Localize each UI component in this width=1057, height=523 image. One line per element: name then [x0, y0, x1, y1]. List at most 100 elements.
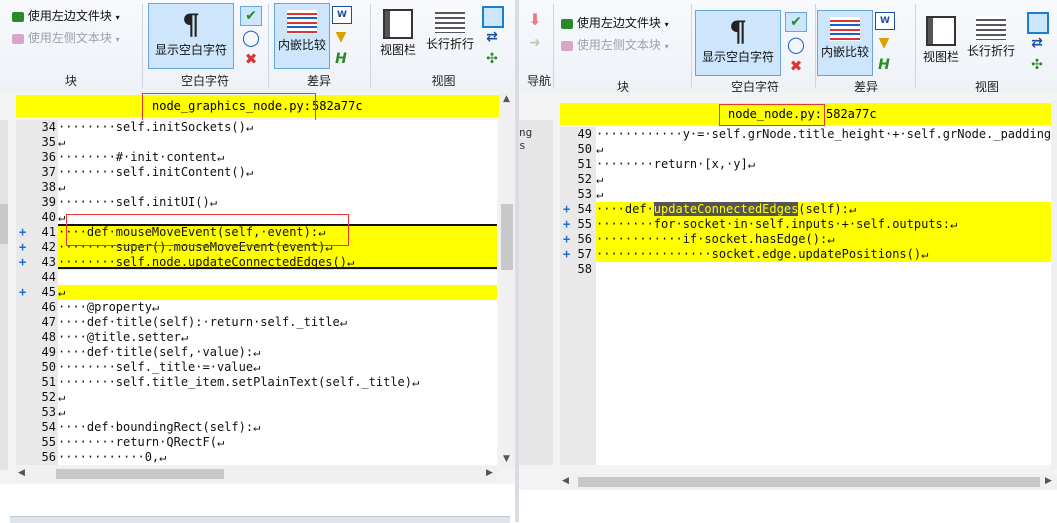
line-number: 56: [577, 232, 592, 246]
code-line[interactable]: ············if·socket.hasEdge():↵: [596, 232, 1051, 247]
use-left-side-text-block-button[interactable]: 使用左侧文本块 ▾: [12, 29, 120, 46]
scroll-down-icon[interactable]: ▼: [503, 454, 510, 464]
inline-compare-button[interactable]: 内嵌比较: [274, 3, 330, 69]
code-line[interactable]: [58, 270, 497, 285]
scroll-right-icon[interactable]: ▶: [486, 468, 493, 478]
code-line[interactable]: ····def·title(self):·return·self._title↵: [58, 315, 497, 330]
code-line[interactable]: ↵: [58, 180, 497, 195]
checkmark-icon[interactable]: ✔: [785, 12, 807, 32]
use-left-file-block-button[interactable]: 使用左边文件块 ▾: [12, 7, 120, 24]
wrap-long-lines-button[interactable]: 长行折行: [963, 10, 1019, 74]
code-line[interactable]: ↵: [596, 142, 1051, 157]
filename-annotation-box: [719, 104, 825, 126]
swap-arrows-icon[interactable]: ⇄: [482, 28, 502, 46]
red-x-icon[interactable]: ✖: [787, 57, 805, 75]
code-line[interactable]: [596, 262, 1051, 277]
code-line[interactable]: ············y·=·self.grNode.title_height…: [596, 127, 1051, 142]
code-line[interactable]: ↵: [58, 390, 497, 405]
inline-compare-button[interactable]: 内嵌比较: [817, 10, 873, 76]
block-group: 使用左边文件块 ▾ 使用左侧文本块 ▾ 块: [555, 0, 691, 92]
view-group-label: 视图: [431, 74, 456, 88]
block-multicolor-icon: [561, 40, 573, 51]
code-line[interactable]: ↵: [58, 405, 497, 420]
code-line[interactable]: ········#·init·content↵: [58, 150, 497, 165]
code-line[interactable]: ········return·QRectF(↵: [58, 435, 497, 450]
window-icon[interactable]: [1027, 12, 1049, 34]
code-line[interactable]: ········for·socket·in·self.inputs·+·self…: [596, 217, 1051, 232]
left-horizontal-scrollbar[interactable]: ◀ ▶: [16, 466, 497, 482]
code-line[interactable]: ········self._title·=·value↵: [58, 360, 497, 375]
filter-icon[interactable]: ▼: [332, 28, 350, 46]
circle-icon[interactable]: ◯: [242, 28, 260, 47]
selected-word[interactable]: updateConnectedEdges: [653, 202, 799, 216]
code-line[interactable]: ↵: [596, 187, 1051, 202]
right-arrow-icon[interactable]: ➜: [525, 34, 545, 52]
code-line[interactable]: ····def·title(self,·value):↵: [58, 345, 497, 360]
right-code-area[interactable]: ············y·=·self.grNode.title_height…: [596, 127, 1051, 465]
show-whitespace-button[interactable]: ¶ 显示空白字符: [695, 10, 781, 76]
block-green-icon: [561, 18, 573, 29]
code-line[interactable]: ········self.initUI()↵: [58, 195, 497, 210]
code-line[interactable]: ····def·boundingRect(self):↵: [58, 420, 497, 435]
inline-diff-icon: [830, 17, 860, 41]
nav-group-label: 导航: [526, 74, 551, 88]
italic-h-icon[interactable]: H: [332, 50, 350, 68]
line-number: 44: [41, 270, 56, 284]
left-pane: node_graphics_node.py: 582a77c ········s…: [0, 92, 515, 523]
use-left-side-text-block-button[interactable]: 使用左侧文本块 ▾: [561, 36, 669, 53]
code-line[interactable]: ········return·[x,·y]↵: [596, 157, 1051, 172]
left-vertical-scrollbar[interactable]: ▲ ▼: [499, 92, 515, 468]
word-icon[interactable]: W: [875, 12, 895, 30]
circle-icon[interactable]: ◯: [787, 35, 805, 54]
swap-arrows-icon[interactable]: ⇄: [1027, 34, 1047, 52]
right-vertical-scrollbar[interactable]: [1051, 100, 1057, 470]
code-line[interactable]: ················socket.edge.updatePositi…: [596, 247, 1051, 262]
line-number: 53: [577, 187, 592, 201]
code-line[interactable]: ↵: [596, 172, 1051, 187]
show-whitespace-button[interactable]: ¶ 显示空白字符: [148, 3, 234, 69]
code-line[interactable]: ····@title.setter↵: [58, 330, 497, 345]
checkmark-icon[interactable]: ✔: [240, 6, 262, 26]
code-line[interactable]: ············0,↵: [58, 450, 497, 465]
line-number: 50: [577, 142, 592, 156]
line-number: 54: [577, 202, 592, 216]
added-line-plus-icon: +: [563, 247, 571, 261]
left-horizontal-scroll-thumb[interactable]: [56, 469, 224, 479]
red-down-arrow-icon[interactable]: ⬇: [525, 10, 545, 29]
cross-arrows-icon[interactable]: ✣: [482, 50, 502, 68]
line-number: 45: [41, 285, 56, 299]
code-line[interactable]: ····def·updateConnectedEdges(self):↵: [596, 202, 1051, 217]
diff-group-label: 差异: [853, 80, 878, 93]
scroll-up-icon[interactable]: ▲: [503, 94, 510, 104]
right-pane: ng s node_node.py: 582a77c ············y·…: [519, 92, 1057, 522]
filter-icon[interactable]: ▼: [875, 34, 893, 52]
block-group: 使用左边文件块 ▾ 使用左侧文本块 ▾ 块: [0, 0, 142, 92]
word-icon[interactable]: W: [332, 6, 352, 24]
whitespace-group: ¶ 显示空白字符 ✔ ◯ ✖ 空白字符: [144, 0, 266, 92]
italic-h-icon[interactable]: H: [875, 56, 893, 74]
scroll-left-icon[interactable]: ◀: [562, 476, 569, 486]
code-line[interactable]: ↵: [58, 135, 497, 150]
right-horizontal-scroll-thumb[interactable]: [578, 477, 1040, 487]
red-x-icon[interactable]: ✖: [242, 50, 260, 68]
code-line[interactable]: ↵: [58, 285, 497, 300]
use-left-file-block-button[interactable]: 使用左边文件块 ▾: [561, 14, 669, 31]
window-icon[interactable]: [482, 6, 504, 28]
whitespace-group-label: 空白字符: [730, 80, 779, 93]
right-horizontal-scrollbar[interactable]: ◀ ▶: [560, 474, 1057, 490]
code-line[interactable]: ····@property↵: [58, 300, 497, 315]
cross-arrows-icon[interactable]: ✣: [1027, 56, 1047, 74]
view-bar-button[interactable]: 视图栏: [374, 3, 422, 67]
code-line[interactable]: ········self.initContent()↵: [58, 165, 497, 180]
wrap-long-lines-button[interactable]: 长行折行: [422, 3, 478, 67]
code-line[interactable]: ········self.initSockets()↵: [58, 120, 497, 135]
line-number: 40: [41, 210, 56, 224]
wrap-lines-icon: [435, 9, 465, 33]
left-code-area[interactable]: ········self.initSockets()↵ ↵ ········#·in…: [58, 120, 497, 465]
scroll-left-icon[interactable]: ◀: [18, 468, 25, 478]
scroll-right-icon[interactable]: ▶: [1045, 476, 1052, 486]
code-line[interactable]: ········self.title_item.setPlainText(sel…: [58, 375, 497, 390]
view-bar-icon: [926, 16, 956, 46]
view-bar-button[interactable]: 视图栏: [917, 10, 965, 74]
left-vertical-scroll-thumb[interactable]: [501, 204, 513, 270]
